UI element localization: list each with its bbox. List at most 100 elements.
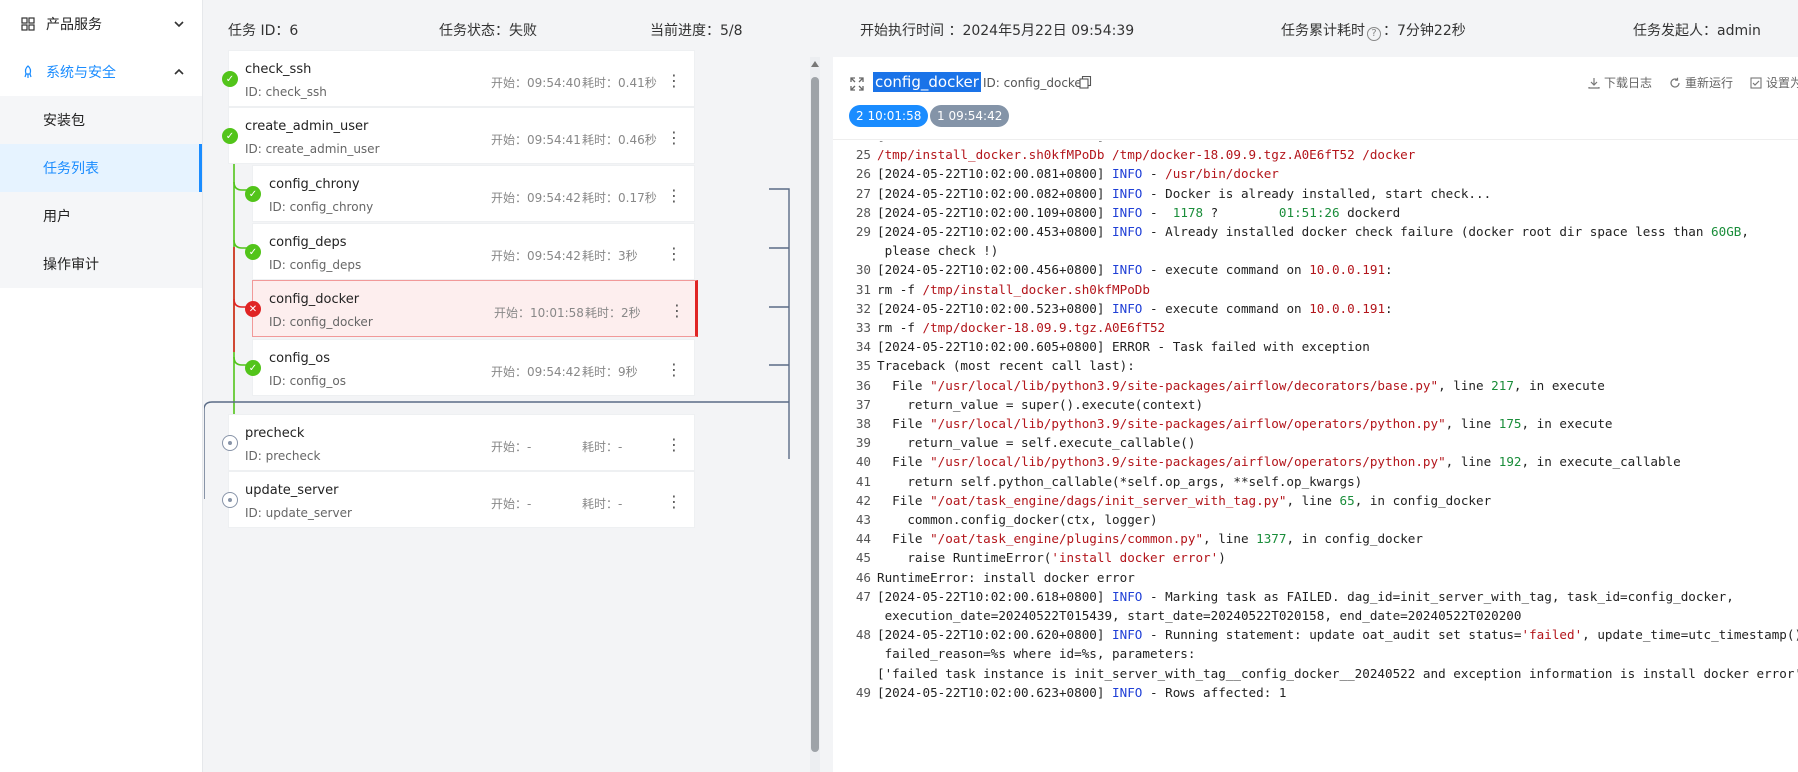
task-name: check_ssh	[245, 62, 312, 77]
pending-icon	[222, 492, 238, 508]
more-options-icon[interactable]: ⋮	[666, 126, 682, 150]
log-text: "/oat/task_engine/plugins/common.py"	[930, 531, 1204, 547]
scrollbar-thumb[interactable]	[811, 77, 819, 752]
log-line-number: 45	[855, 550, 871, 566]
log-text: 1377	[1256, 531, 1287, 547]
help-icon[interactable]: ?	[1367, 26, 1381, 41]
task-row[interactable]: check_ssh ID: check_ssh 开始：09:54:40 耗时：0.41…	[222, 50, 695, 107]
sidebar-item-packages[interactable]: 安装包	[0, 96, 202, 144]
task-id-label: ID: config_chrony	[269, 200, 374, 214]
rocket-icon	[20, 64, 36, 80]
log-line-number: 29	[855, 224, 871, 239]
sidebar-item-tasks[interactable]: 任务列表	[0, 144, 202, 192]
task-id-label: ID: precheck	[245, 449, 321, 463]
more-options-icon[interactable]: ⋮	[666, 433, 682, 457]
log-text: [2024-05-22T10:02:00.453+0800]	[877, 224, 1113, 239]
log-line-number: 36	[855, 377, 871, 393]
more-options-icon[interactable]: ⋮	[666, 184, 682, 208]
log-text: execution_date=20240522T015439, start_da…	[877, 608, 1522, 623]
log-text: INFO	[1112, 224, 1143, 239]
log-text: INFO	[1112, 300, 1143, 316]
log-text: , in config_docker	[1286, 531, 1423, 547]
log-text: "/oat/task_engine/dags/init_server_with_…	[930, 492, 1287, 508]
task-row[interactable]: config_os ID: config_os 开始：09:54:42 耗时：9秒 ⋮ ✓	[245, 339, 695, 396]
submenu: 安装包 任务列表 用户 操作审计	[0, 96, 202, 288]
menu-group-system-security[interactable]: 系统与安全	[0, 48, 202, 96]
expand-icon[interactable]	[849, 76, 865, 92]
scroll-up-arrow-icon[interactable]	[811, 61, 819, 67]
run-tag-2[interactable]: 2 10:01:58	[849, 105, 929, 127]
task-row[interactable]: update_server ID: update_server 开始：- 耗时：- ⋮	[222, 471, 695, 528]
success-check-icon: ✓	[222, 71, 238, 87]
log-text: , in execute	[1513, 377, 1605, 393]
set-label: 设置为	[1766, 76, 1798, 90]
more-options-icon[interactable]: ⋮	[666, 69, 682, 93]
log-text: - execute command on	[1142, 300, 1310, 316]
log-content: 24 [2024-05-22T10:02:00.077+0800] INFO - …	[833, 141, 1798, 772]
log-text: - Running statement: update oat_audit se…	[1142, 627, 1522, 643]
task-id-label: ID: check_ssh	[245, 85, 327, 99]
log-text: [2024-05-22T10:02:00.618+0800]	[877, 588, 1113, 604]
copy-icon[interactable]	[1079, 76, 1092, 89]
success-check-icon: ✓	[245, 186, 261, 202]
sidebar-item-users[interactable]: 用户	[0, 192, 202, 240]
more-options-icon[interactable]: ⋮	[669, 299, 685, 323]
chevron-up-icon	[174, 68, 184, 75]
task-info-bar: 任务 ID：6 任务状态：失败 当前进度：5/8 开始执行时间 ：2024年5月…	[204, 0, 1798, 57]
log-text: INFO	[1112, 185, 1143, 201]
log-text: , line	[1438, 377, 1492, 393]
task-list-scrollbar[interactable]	[810, 57, 820, 772]
log-line-number: 38	[855, 416, 871, 431]
log-text: INFO	[1112, 627, 1143, 643]
menu-group-products[interactable]: 产品服务	[0, 0, 202, 48]
task-row[interactable]: config_deps ID: config_deps 开始：09:54:42 耗时：…	[245, 223, 695, 280]
run-tag-1[interactable]: 1 09:54:42	[930, 105, 1010, 127]
more-options-icon[interactable]: ⋮	[666, 242, 682, 266]
more-options-icon[interactable]: ⋮	[666, 490, 682, 514]
task-start-time: 开始：09:54:40	[491, 76, 581, 90]
log-line-number: 47	[855, 588, 871, 604]
menu-group-label: 产品服务	[46, 17, 102, 33]
log-text: INFO	[1112, 204, 1143, 220]
log-line-number: 33	[855, 320, 871, 335]
log-header: config_docker ID: config_docker 下载日志 重新运…	[833, 57, 1798, 140]
set-button[interactable]: 设置为	[1750, 74, 1798, 91]
log-text: rm -f	[877, 281, 923, 297]
task-row[interactable]: precheck ID: precheck 开始：- 耗时：- ⋮	[222, 414, 695, 471]
log-text: File	[877, 492, 931, 508]
log-text: , in execute	[1521, 416, 1613, 431]
task-start-time: 开始：09:54:42	[491, 365, 581, 379]
log-text: 1178	[1172, 204, 1204, 220]
sidebar-item-audit[interactable]: 操作审计	[0, 240, 202, 288]
log-text: - Already installed docker check failure…	[1142, 224, 1712, 239]
log-text: /tmp/install_docker.sh0kfMPoDb /tmp/dock…	[877, 147, 1416, 163]
more-options-icon[interactable]: ⋮	[666, 358, 682, 382]
log-line-number: 25	[855, 147, 871, 163]
task-status: 任务状态：失败	[439, 23, 537, 39]
grid-icon	[20, 16, 36, 32]
log-text: :	[1385, 141, 1393, 143]
log-line-number: 43	[855, 512, 871, 527]
log-text: failed_reason=%s where id=%s, parameters…	[877, 646, 1196, 662]
log-text: dockerd	[1339, 204, 1401, 220]
task-duration: 耗时：3秒	[582, 249, 638, 263]
log-text: :	[1385, 300, 1393, 316]
log-text: )	[1218, 550, 1226, 566]
sidebar: 产品服务 系统与安全 安装包 任务列表 用户 操作审计	[0, 0, 203, 772]
task-row[interactable]: config_docker ID: config_docker 开始：10:01:5…	[245, 280, 698, 337]
task-elapsed-value: ：7分钟22秒	[1383, 23, 1466, 39]
download-log-button[interactable]: 下载日志	[1588, 74, 1652, 91]
task-progress: 当前进度：5/8	[650, 23, 743, 39]
task-id-label: ID: config_docker	[269, 315, 373, 329]
log-text: 10.0.0.191	[1309, 300, 1386, 316]
download-label: 下载日志	[1604, 76, 1653, 90]
log-text: "/usr/local/lib/python3.9/site-packages/…	[930, 416, 1446, 431]
log-text: , line	[1445, 416, 1499, 431]
task-start-time: 开始：10:01:58	[494, 306, 584, 320]
success-check-icon: ✓	[222, 128, 238, 144]
task-row[interactable]: config_chrony ID: config_chrony 开始：09:54:4…	[245, 165, 695, 222]
log-text: -	[1142, 166, 1166, 182]
rerun-button[interactable]: 重新运行	[1669, 74, 1733, 91]
task-row[interactable]: create_admin_user ID: create_admin_user 开始…	[222, 107, 695, 164]
log-text: :	[1385, 262, 1393, 278]
